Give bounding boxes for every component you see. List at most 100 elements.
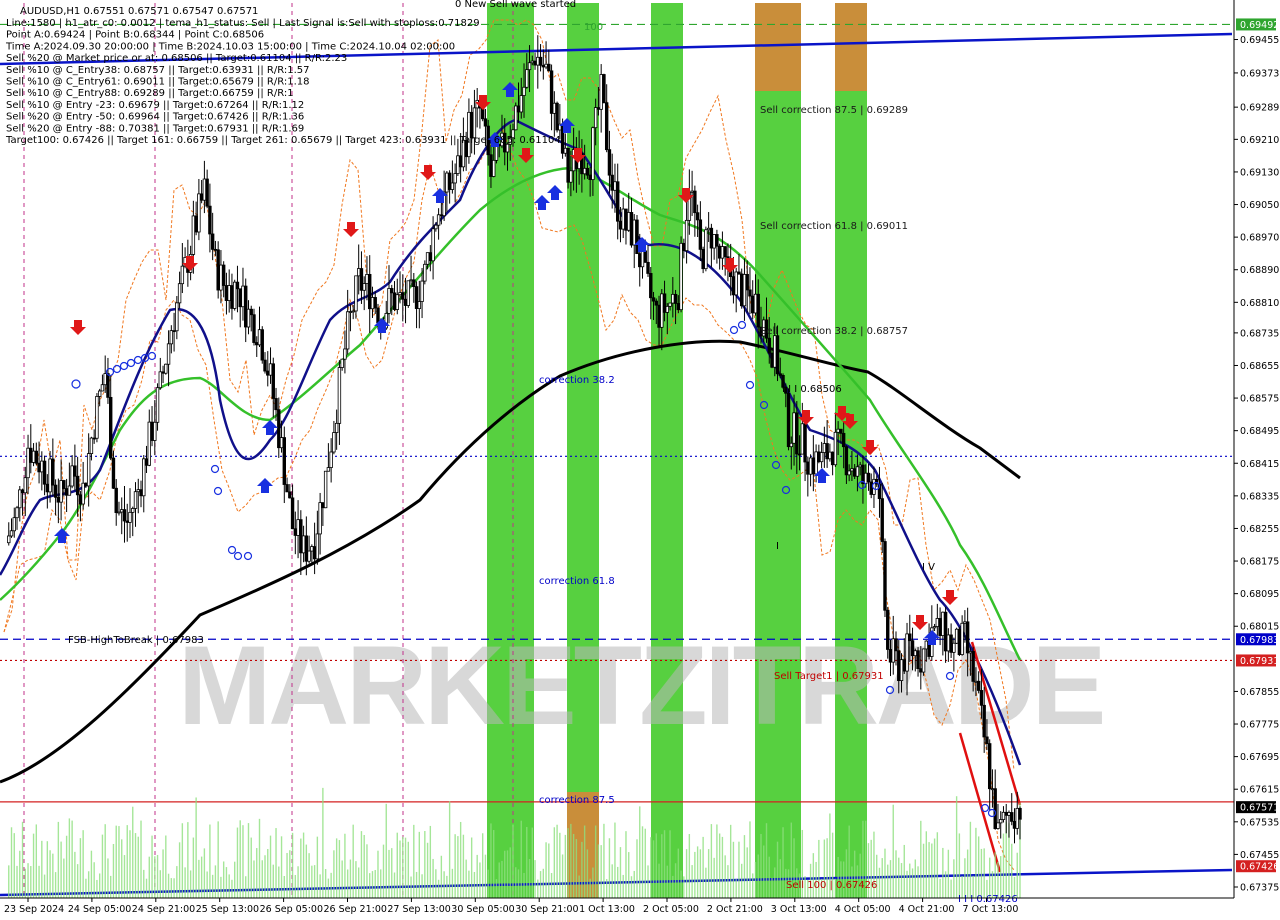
candle-body [671, 293, 675, 304]
candle-body [943, 611, 948, 652]
candle-body [293, 528, 298, 536]
candle-body [423, 263, 427, 282]
candle-body [307, 550, 311, 562]
candle-body [417, 301, 422, 309]
price-badge-label: 0.67571 [1240, 803, 1279, 814]
candle-body [792, 412, 796, 444]
candle-body [81, 482, 85, 505]
candle-body [952, 642, 956, 653]
candle-body [362, 283, 366, 291]
candle-body [811, 457, 816, 475]
candle-body [651, 297, 656, 302]
candle-body [337, 367, 342, 424]
candle-body [45, 483, 50, 493]
candle-body [822, 443, 827, 453]
candle-body [1001, 811, 1006, 820]
candle-body [990, 788, 995, 791]
candle-body [982, 704, 986, 738]
candle-body [436, 214, 441, 226]
candle-body [323, 470, 328, 509]
candle-body [56, 496, 61, 503]
candle-body [902, 659, 906, 672]
candle-body [332, 432, 336, 453]
candle-body [756, 293, 760, 328]
candle-body [569, 170, 573, 183]
time-tick-label: 24 Sep 05:00 [68, 904, 131, 915]
candle-body [676, 303, 681, 311]
candle-body [921, 648, 926, 673]
candle-body [64, 488, 69, 496]
candle-body [117, 511, 121, 514]
sell-correction-382: Sell correction 38.2 | 0.68757 [760, 326, 908, 337]
candle-body [425, 252, 430, 265]
candle-body [830, 451, 835, 466]
candle-body [199, 193, 204, 201]
candle-body [604, 102, 609, 151]
candle-body [974, 680, 978, 683]
price-tick-label: 0.68415 [1240, 459, 1279, 470]
candle-body [525, 69, 529, 88]
candle-body [453, 173, 457, 184]
candle-body [219, 264, 223, 291]
price-badge-label: 0.67983 [1240, 635, 1279, 646]
candle-body [469, 111, 474, 139]
candle-body [549, 70, 554, 114]
candle-body [855, 466, 860, 477]
time-tick-label: 30 Sep 05:00 [451, 904, 514, 915]
candle-body [770, 352, 774, 368]
candle-body [86, 453, 91, 487]
candle-body [213, 248, 218, 251]
candle-body [720, 246, 725, 259]
candle-body [629, 212, 634, 246]
candle-body [745, 273, 749, 291]
price-tick-label: 0.69373 [1240, 68, 1279, 79]
candle-body [492, 159, 496, 177]
candle-body [751, 295, 755, 314]
candle-body [447, 172, 452, 190]
info-line: Line:1580 | h1_atr_c0: 0.0012 | tema_h1_… [6, 18, 480, 29]
candle-body [224, 285, 229, 301]
candle-body [742, 273, 747, 307]
candle-body [971, 651, 975, 682]
candle-body [296, 519, 300, 536]
time-tick-label: 26 Sep 05:00 [260, 904, 323, 915]
candle-body [819, 452, 824, 463]
candle-body [285, 484, 289, 493]
candle-body [610, 174, 614, 191]
candle-body [48, 458, 52, 493]
candle-body [31, 450, 36, 463]
candle-body [795, 412, 799, 455]
candle-body [979, 690, 984, 706]
price-tick-label: 0.67375 [1240, 882, 1279, 893]
candle-body [480, 107, 485, 120]
candle-body [536, 56, 540, 66]
candle-body [164, 363, 168, 374]
candle-body [748, 289, 752, 297]
candle-body [445, 172, 449, 193]
candle-body [409, 279, 413, 282]
candle-body [514, 105, 518, 131]
price-tick-label: 0.69289 [1240, 103, 1279, 114]
candle-body [53, 484, 58, 498]
candle-body [142, 458, 146, 497]
candle-body [279, 437, 284, 449]
candle-body [348, 311, 353, 313]
candle-body [919, 668, 923, 673]
info-line: Sell %10 @ Entry -23: 0.69679 || Target:… [6, 100, 304, 111]
candle-body [282, 437, 286, 485]
candle-body [373, 297, 377, 309]
candle-body [660, 293, 664, 328]
info-line: Sell %10 @ C_Entry88: 0.69289 || Target:… [6, 88, 294, 99]
price-tick-label: 0.68810 [1240, 298, 1279, 309]
candle-body [773, 335, 777, 368]
price-badge-label: 0.67931 [1240, 656, 1279, 667]
candle-body [866, 472, 871, 483]
candle-body [109, 396, 113, 459]
candle-body [833, 431, 838, 466]
sell-target1-label: Sell Target1 | 0.67931 [774, 671, 884, 682]
candle-body [406, 280, 410, 306]
candle-body [321, 502, 325, 509]
candle-body [315, 533, 320, 560]
candle-body [158, 371, 163, 389]
info-line: Sell %10 @ C_Entry38: 0.68757 || Target:… [6, 65, 309, 76]
